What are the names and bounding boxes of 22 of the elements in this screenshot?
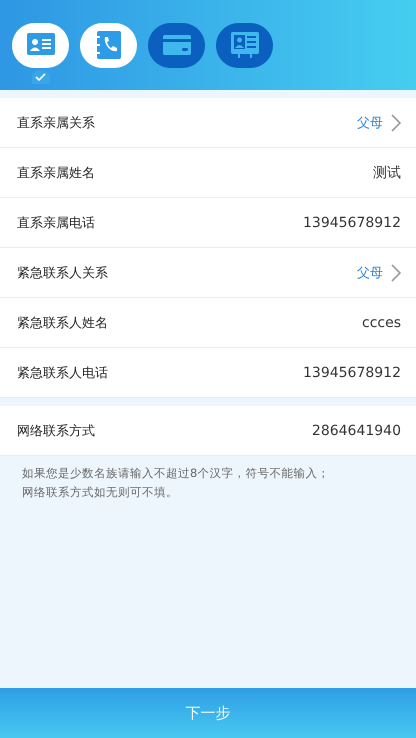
field-label: 直系亲属姓名 (17, 164, 95, 182)
step-button[interactable] (12, 22, 69, 68)
field-label: 直系亲属关系 (17, 114, 95, 132)
field-label: 紧急联系人姓名 (17, 314, 108, 332)
field-value[interactable]: ccces (362, 314, 401, 330)
field-value[interactable]: 2864641940 (312, 422, 401, 438)
field-label: 紧急联系人关系 (17, 264, 108, 282)
field-label: 紧急联系人电话 (17, 364, 108, 382)
field-label: 网络联系方式 (17, 422, 95, 440)
field-value[interactable]: 13945678912 (303, 214, 401, 230)
hint-text: 网络联系方式如无则可不填。 (22, 484, 179, 501)
step-button[interactable] (216, 22, 273, 68)
step-button[interactable] (148, 22, 205, 68)
step-button[interactable] (80, 22, 137, 68)
select-value[interactable]: 父母 (357, 264, 383, 282)
chevron-right-icon[interactable] (391, 114, 401, 132)
chevron-right-icon[interactable] (391, 264, 401, 282)
field-label: 直系亲属电话 (17, 214, 95, 232)
hint-text: 如果您是少数名族请输入不超过8个汉字，符号不能输入； (22, 465, 330, 482)
field-value[interactable]: 13945678912 (303, 364, 401, 380)
select-value[interactable]: 父母 (357, 114, 383, 132)
field-value[interactable]: 测试 (373, 164, 401, 182)
